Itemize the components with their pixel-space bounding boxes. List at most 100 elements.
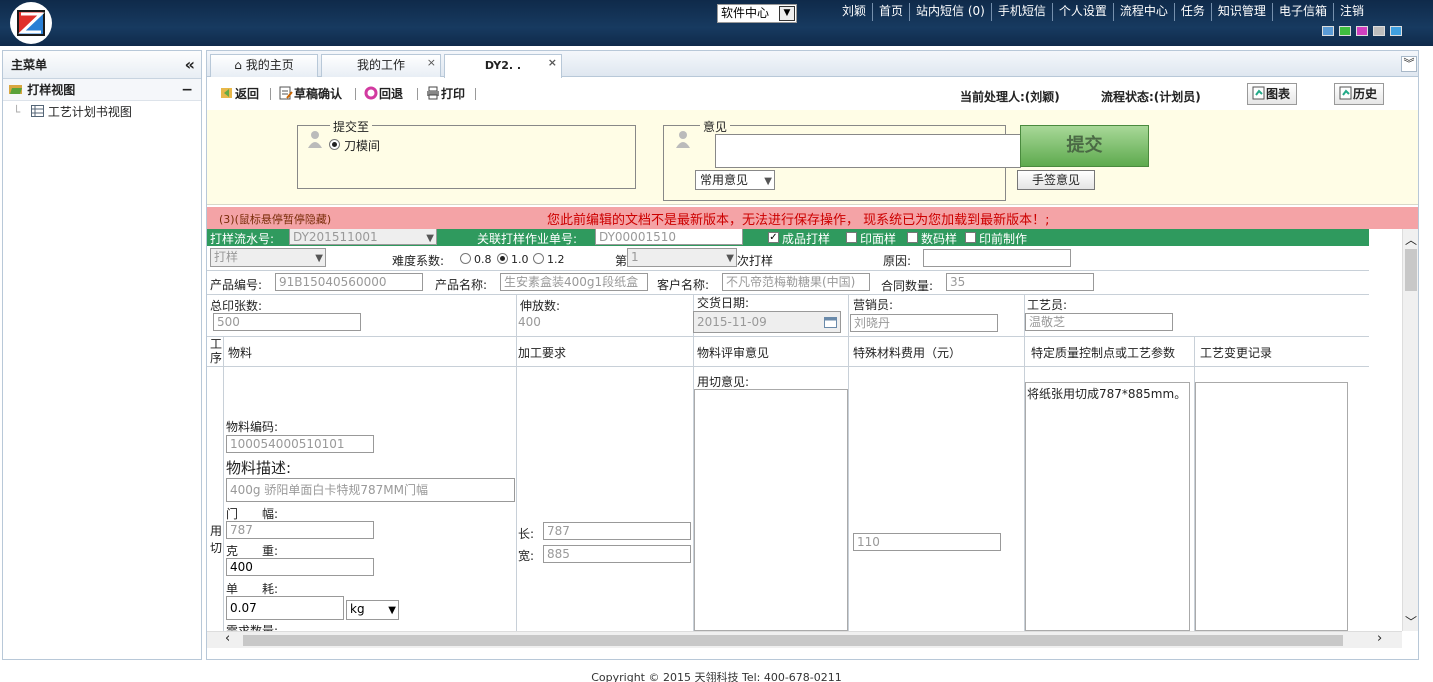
back-button[interactable]: 返回	[220, 86, 259, 102]
check-prepress[interactable]	[965, 232, 976, 243]
submit-button[interactable]: 提交	[1020, 125, 1149, 167]
check-print-face[interactable]	[846, 232, 857, 243]
chevron-right-icon[interactable]: ›	[1377, 631, 1382, 646]
contract-qty-value: 35	[950, 275, 966, 289]
difficulty-radio-1.0[interactable]	[497, 253, 508, 264]
contract-qty-input[interactable]: 35	[946, 273, 1094, 291]
close-icon[interactable]: ×	[427, 52, 436, 73]
draft-confirm-button[interactable]: 草稿确认	[279, 86, 342, 102]
material-desc-input[interactable]: 400g 骄阳单面白卡特规787MM门幅	[226, 478, 515, 502]
type-select[interactable]: 打样 ▼	[210, 248, 326, 267]
vertical-scroll-thumb[interactable]	[1405, 249, 1417, 291]
chart-icon	[1252, 86, 1265, 100]
unit-value: kg	[350, 602, 365, 616]
calendar-icon[interactable]	[824, 316, 837, 328]
difficulty-option-1.2: 1.2	[547, 253, 565, 266]
horizontal-scrollbar[interactable]: ‹ ›	[207, 631, 1402, 648]
sidebar-group[interactable]: 打样视图 −	[3, 79, 201, 101]
opinion-input[interactable]	[715, 134, 1021, 168]
customer-input[interactable]: 不凡帝范梅勒糖果(中国)	[722, 273, 870, 291]
divider	[355, 88, 356, 100]
material-code-input[interactable]: 100054000510101	[226, 435, 374, 453]
print-label: 打印	[441, 87, 466, 101]
check-finished-sample[interactable]: ✓	[768, 232, 779, 243]
theme-swatch-blue[interactable]	[1322, 26, 1334, 36]
vertical-scrollbar[interactable]: ︿ ﹀	[1402, 229, 1418, 631]
flow-status: 流程状态:(计划员)	[1101, 90, 1201, 104]
total-sheets-input[interactable]: 500	[213, 313, 361, 331]
sales-value: 刘晓丹	[854, 316, 891, 330]
sign-opinion-button[interactable]: 手签意见	[1017, 170, 1095, 190]
theme-swatch-gray[interactable]	[1373, 26, 1385, 36]
unit-select[interactable]: kg ▼	[346, 600, 399, 620]
nav-flow-center[interactable]: 流程中心	[1112, 3, 1174, 21]
nav-knowledge[interactable]: 知识管理	[1210, 3, 1272, 21]
nav-logout[interactable]: 注销	[1332, 3, 1370, 21]
tab-my-work[interactable]: 我的工作 ×	[321, 54, 441, 77]
weight-input[interactable]: 400	[226, 558, 374, 576]
chevron-down-icon[interactable]: ﹀	[1405, 613, 1417, 630]
home-icon: ⌂	[234, 58, 242, 72]
nav-settings[interactable]: 个人设置	[1051, 3, 1113, 21]
cut-opinion-textarea[interactable]	[694, 389, 848, 631]
history-button[interactable]: 历史	[1334, 83, 1385, 105]
theme-swatch-pink[interactable]	[1356, 26, 1368, 36]
minus-icon[interactable]: −	[181, 79, 193, 101]
folder-icon	[9, 85, 22, 94]
difficulty-radio-0.8[interactable]	[460, 253, 471, 264]
change-record-textarea[interactable]	[1195, 382, 1348, 631]
tab-home[interactable]: ⌂ 我的主页	[210, 54, 318, 77]
current-handler: 当前处理人:(刘颖)	[960, 90, 1060, 104]
round-select[interactable]: 1 ▼	[627, 248, 737, 267]
tab-document[interactable]: DY2. . ×	[444, 54, 562, 78]
logo-icon[interactable]	[6, 0, 56, 46]
nav-mailbox[interactable]: 电子信箱	[1271, 3, 1333, 21]
nav-tasks[interactable]: 任务	[1173, 3, 1211, 21]
rollback-button[interactable]: 回退	[364, 86, 403, 102]
print-button[interactable]: 打印	[426, 86, 465, 102]
quality-textarea[interactable]: 将纸张用切成787*885mm。	[1025, 382, 1190, 631]
nav-home[interactable]: 首页	[872, 3, 909, 21]
delivery-date-input[interactable]: 2015-11-09	[693, 311, 841, 333]
divider	[207, 270, 1369, 271]
divider	[848, 295, 849, 631]
collapse-icon[interactable]: «	[185, 51, 195, 79]
serial-input[interactable]: DY201511001 ▼	[289, 229, 437, 245]
nav-messages[interactable]: 站内短信 (0)	[909, 3, 991, 21]
product-name-input[interactable]: 生安素盒装400g1段纸盒	[500, 273, 648, 291]
consumption-input[interactable]: 0.07	[226, 596, 344, 620]
sidebar-item-craft-plan[interactable]: └ 工艺计划书视图	[3, 101, 201, 123]
chevron-left-icon[interactable]: ‹	[225, 631, 230, 646]
special-fee-input[interactable]: 110	[853, 533, 1001, 551]
theme-swatch-green[interactable]	[1339, 26, 1351, 36]
sidebar-group-label: 打样视图	[27, 83, 76, 97]
check-digital[interactable]	[907, 232, 918, 243]
chevron-down-icon[interactable]: ︾	[1401, 56, 1417, 72]
nav-user[interactable]: 刘颖	[836, 3, 872, 21]
theme-swatch-sky[interactable]	[1390, 26, 1402, 36]
length-input[interactable]: 787	[543, 522, 691, 540]
common-opinion-select[interactable]: 常用意见 ▼	[695, 170, 775, 190]
chart-button[interactable]: 图表	[1247, 83, 1298, 105]
chevron-up-icon[interactable]: ︿	[1405, 231, 1417, 248]
craft-input[interactable]: 温敬芝	[1025, 313, 1173, 331]
back-icon	[221, 88, 232, 98]
serial-label: 打样流水号:	[210, 232, 275, 246]
product-code-input[interactable]: 91B15040560000	[275, 273, 423, 291]
craft-label: 工艺员:	[1027, 298, 1068, 312]
breadth-input[interactable]: 885	[543, 545, 691, 563]
sales-input[interactable]: 刘晓丹	[850, 314, 998, 332]
round-prefix: 第	[615, 254, 628, 268]
target-radio[interactable]	[329, 139, 340, 150]
nav-sms[interactable]: 手机短信	[990, 3, 1052, 21]
check-finished-label: 成品打样	[782, 232, 831, 246]
width-input[interactable]: 787	[226, 521, 374, 539]
difficulty-radio-1.2[interactable]	[533, 253, 544, 264]
close-icon[interactable]: ×	[548, 52, 557, 73]
quality-note: 将纸张用切成787*885mm。	[1027, 387, 1187, 401]
sales-label: 营销员:	[853, 298, 894, 312]
reason-input[interactable]	[923, 249, 1071, 267]
app-switch-select[interactable]: 软件中心 ▼	[717, 4, 797, 23]
horizontal-scroll-thumb[interactable]	[243, 635, 1343, 646]
job-input[interactable]: DY00001510	[595, 229, 743, 245]
